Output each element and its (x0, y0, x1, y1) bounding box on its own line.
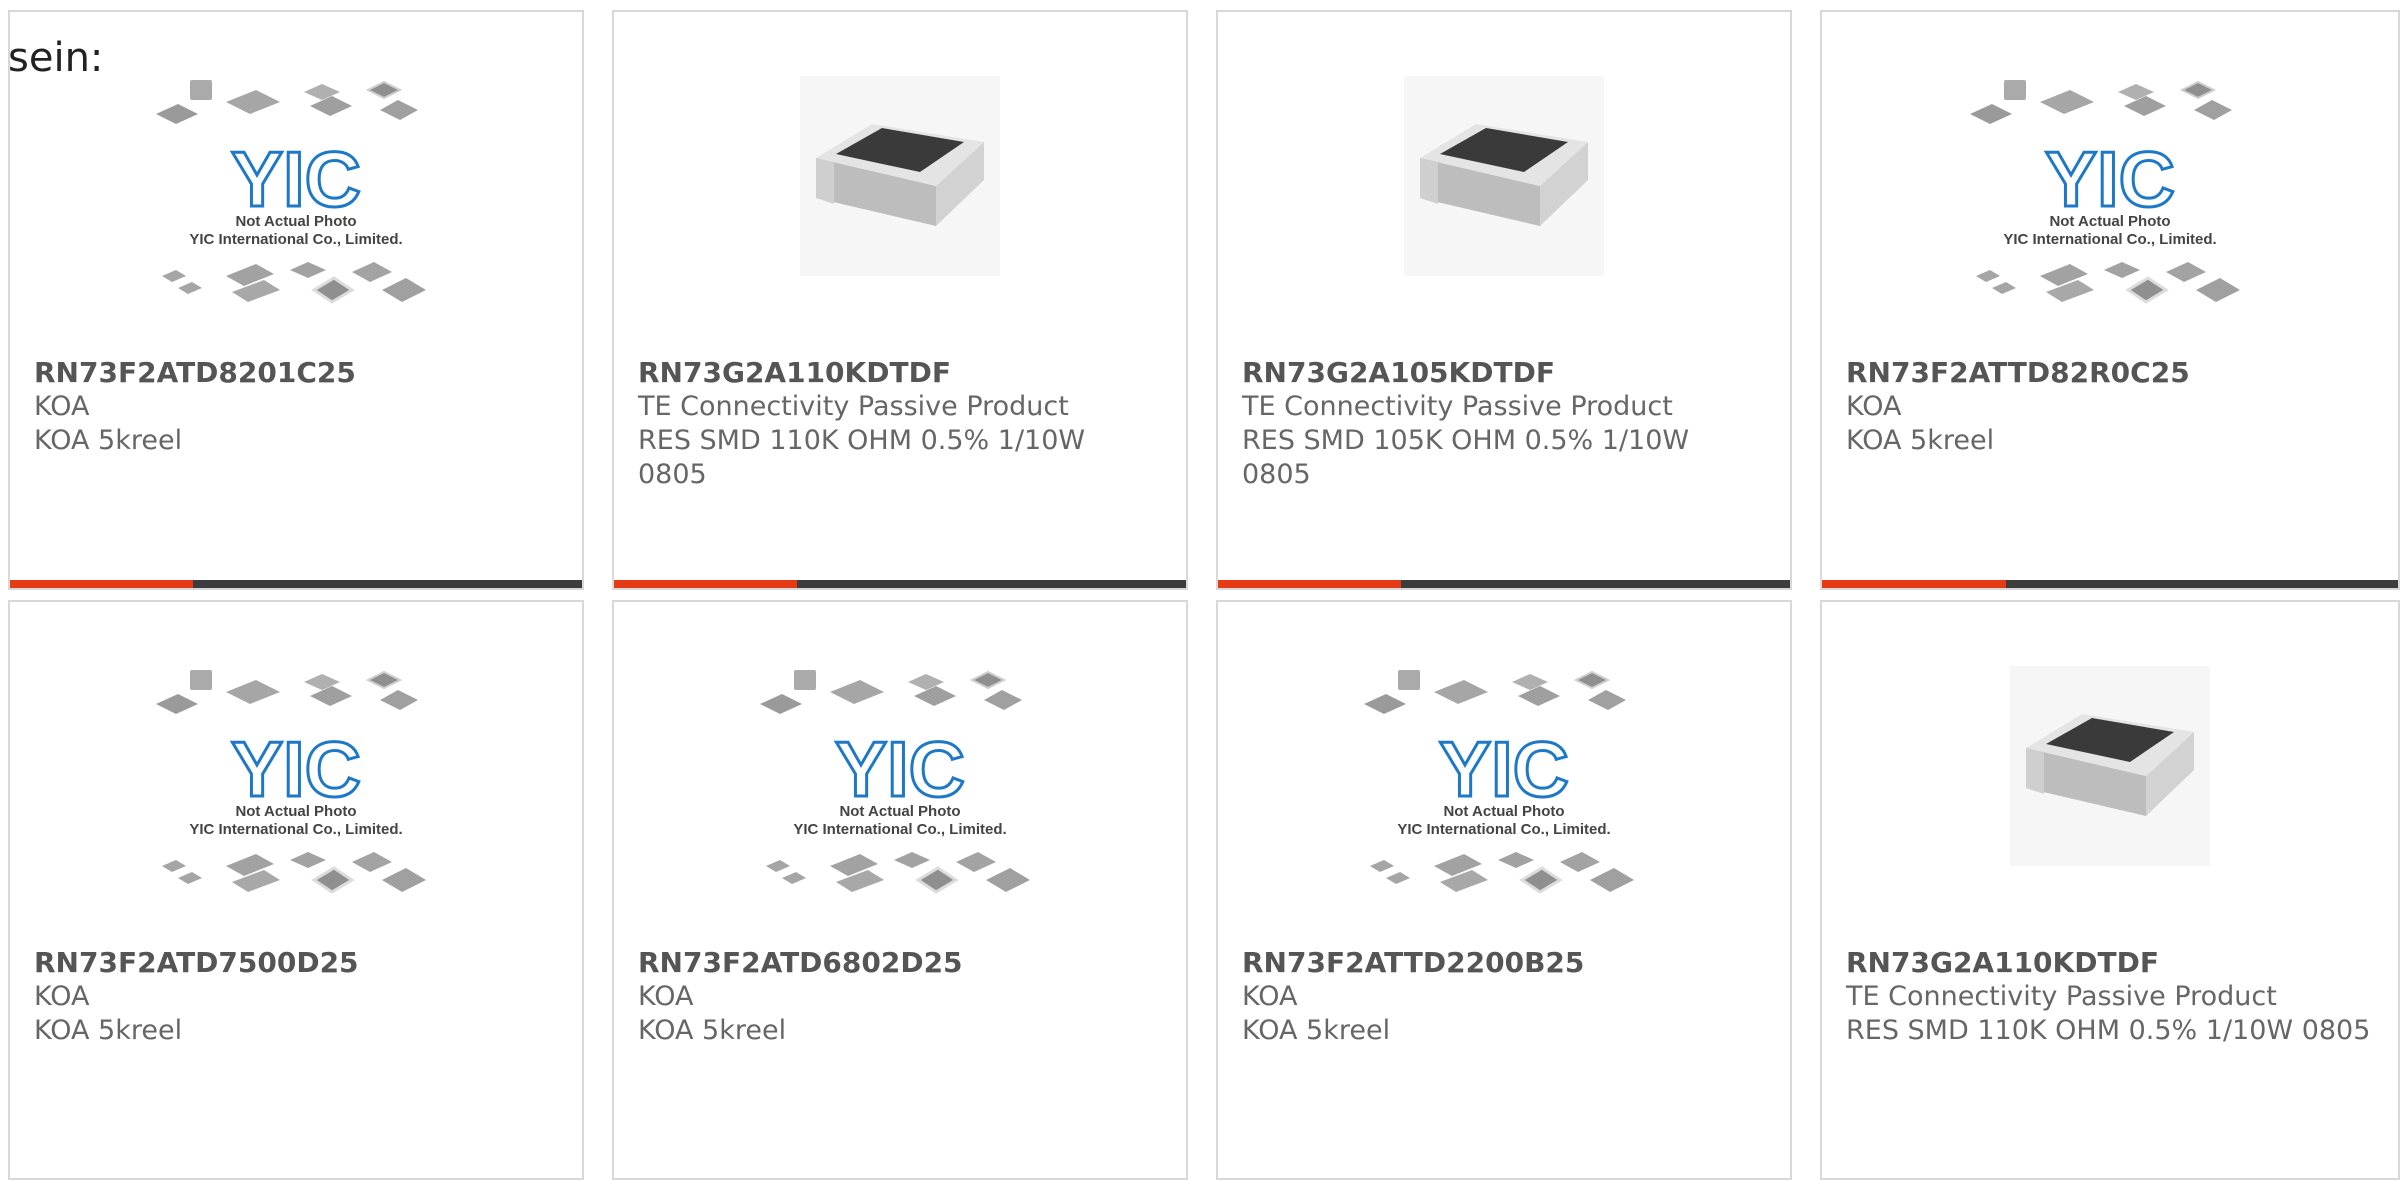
part-number[interactable]: RN73F2ATD6802D25 (638, 946, 1162, 980)
description: KOA 5kreel (638, 1015, 787, 1046)
product-card[interactable]: YIC Not Actual Photo YIC International Co.… (8, 10, 584, 590)
placeholder-company: YIC International Co., Limited. (189, 821, 402, 838)
product-image: YIC Not Actual Photo YIC International Co.… (10, 666, 582, 942)
product-card[interactable]: RN73G2A105KDTDF TE Connectivity Passive … (1216, 10, 1792, 590)
manufacturer: KOA (34, 391, 90, 422)
description: KOA 5kreel (34, 1015, 183, 1046)
chip-icons-top (1364, 670, 1626, 714)
manufacturer: KOA (1242, 981, 1298, 1012)
progress-bar (1822, 580, 2398, 588)
manufacturer: KOA (1846, 391, 1902, 422)
description: RES SMD 110K OHM 0.5% 1/10W 0805 (638, 425, 1086, 490)
placeholder-company: YIC International Co., Limited. (1397, 821, 1610, 838)
placeholder-image: YICNot Actual PhotoYIC International Co.… (760, 670, 1030, 894)
chip-icons-bottom (1370, 852, 1634, 894)
placeholder-caption: Not Actual Photo (2049, 213, 2170, 230)
resistor-photo (2010, 666, 2210, 866)
product-image (614, 76, 1186, 352)
product-image: YIC Not Actual Photo YIC International Co.… (1218, 666, 1790, 942)
resistor-photo (1404, 76, 1604, 276)
description: KOA 5kreel (34, 425, 183, 456)
part-number[interactable]: RN73G2A110KDTDF (1846, 946, 2374, 980)
placeholder-company: YIC International Co., Limited. (189, 231, 402, 248)
product-card[interactable]: YIC Not Actual Photo YIC International Co.… (1820, 10, 2400, 590)
intro-text: sein: (8, 35, 104, 81)
chip-icons-top (156, 80, 418, 124)
part-number[interactable]: RN73F2ATTD2200B25 (1242, 946, 1766, 980)
placeholder-image: YICNot Actual PhotoYIC International Co.… (156, 80, 426, 304)
yic-logo: YIC (835, 725, 965, 813)
manufacturer: TE Connectivity Passive Product (1846, 981, 2277, 1012)
part-number[interactable]: RN73F2ATD8201C25 (34, 356, 558, 390)
progress-bar (614, 580, 1186, 588)
placeholder-company: YIC International Co., Limited. (2003, 231, 2216, 248)
part-number[interactable]: RN73F2ATD7500D25 (34, 946, 558, 980)
manufacturer: TE Connectivity Passive Product (638, 391, 1069, 422)
description: KOA 5kreel (1846, 425, 1995, 456)
placeholder-image: YICNot Actual PhotoYIC International Co.… (1970, 80, 2240, 304)
manufacturer: KOA (34, 981, 90, 1012)
manufacturer: TE Connectivity Passive Product (1242, 391, 1673, 422)
chip-icons-bottom (766, 852, 1030, 894)
description: RES SMD 105K OHM 0.5% 1/10W 0805 (1242, 425, 1690, 490)
product-image: YIC Not Actual Photo YIC International Co.… (614, 666, 1186, 942)
part-number[interactable]: RN73G2A110KDTDF (638, 356, 1162, 390)
product-image (1218, 76, 1790, 352)
resistor-photo (800, 76, 1000, 276)
product-image: YIC Not Actual Photo YIC International Co.… (1822, 76, 2398, 352)
chip-icons-top (760, 670, 1022, 714)
chip-icons-top (1970, 80, 2232, 124)
manufacturer: KOA (638, 981, 694, 1012)
placeholder-caption: Not Actual Photo (839, 803, 960, 820)
yic-logo: YIC (231, 725, 361, 813)
placeholder-caption: Not Actual Photo (235, 213, 356, 230)
placeholder-company: YIC International Co., Limited. (793, 821, 1006, 838)
description: RES SMD 110K OHM 0.5% 1/10W 0805 (1846, 1015, 2371, 1046)
product-image: YIC Not Actual Photo YIC International Co.… (10, 76, 582, 352)
product-card[interactable]: YIC Not Actual Photo YIC International Co.… (8, 600, 584, 1180)
chip-icons-bottom (1976, 262, 2240, 304)
product-card[interactable]: YIC Not Actual Photo YIC International Co.… (612, 600, 1188, 1180)
yic-logo: YIC (1439, 725, 1569, 813)
product-card[interactable]: RN73G2A110KDTDF TE Connectivity Passive … (1820, 600, 2400, 1180)
chip-icons-bottom (162, 852, 426, 894)
part-number[interactable]: RN73G2A105KDTDF (1242, 356, 1766, 390)
placeholder-image: YICNot Actual PhotoYIC International Co.… (156, 670, 426, 894)
product-card[interactable]: RN73G2A110KDTDF TE Connectivity Passive … (612, 10, 1188, 590)
product-image (1822, 666, 2398, 942)
yic-logo: YIC (231, 135, 361, 223)
placeholder-caption: Not Actual Photo (1443, 803, 1564, 820)
product-card[interactable]: YIC Not Actual Photo YIC International Co.… (1216, 600, 1792, 1180)
description: KOA 5kreel (1242, 1015, 1391, 1046)
chip-icons-bottom (162, 262, 426, 304)
progress-bar (10, 580, 582, 588)
yic-logo: YIC (2045, 135, 2175, 223)
chip-icons-top (156, 670, 418, 714)
placeholder-image: YICNot Actual PhotoYIC International Co.… (1364, 670, 1634, 894)
placeholder-caption: Not Actual Photo (235, 803, 356, 820)
part-number[interactable]: RN73F2ATTD82R0C25 (1846, 356, 2374, 390)
progress-bar (1218, 580, 1790, 588)
